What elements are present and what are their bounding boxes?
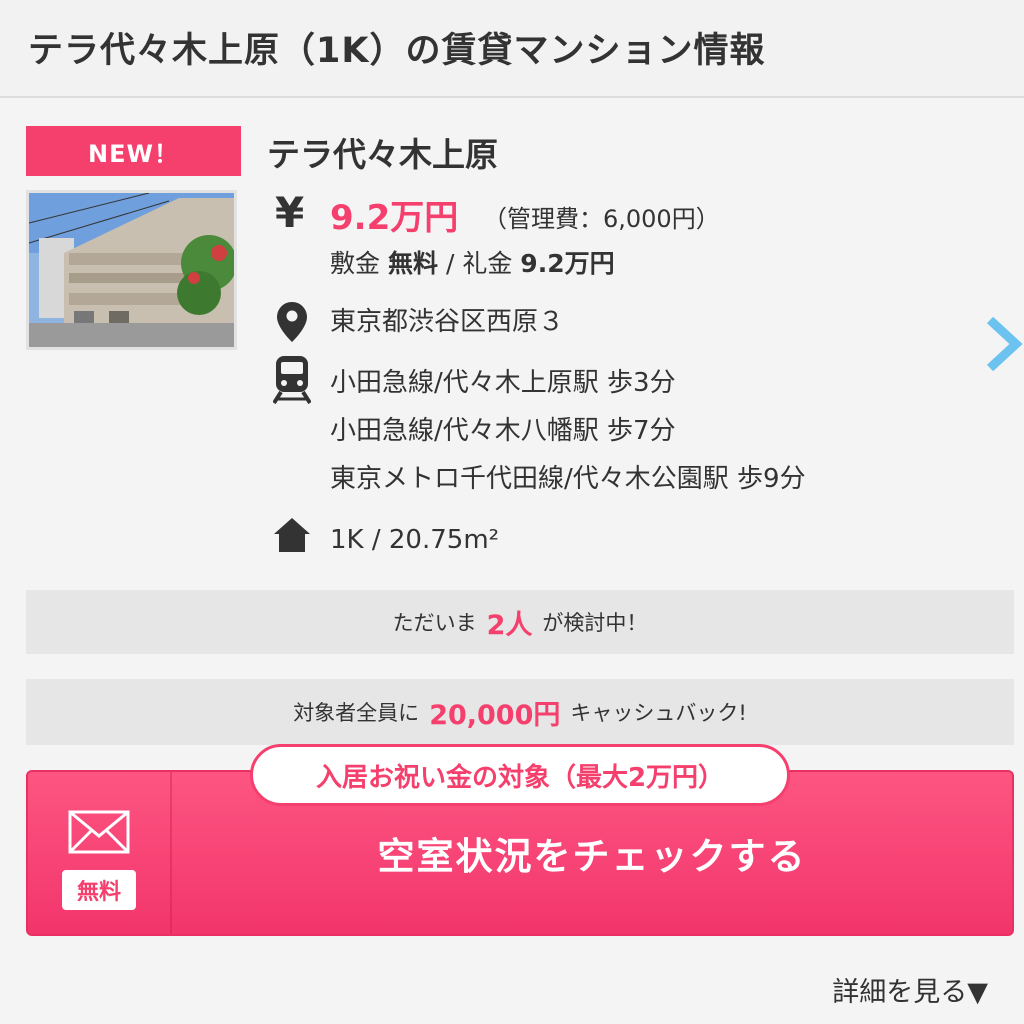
page-header: テラ代々木上原（1K）の賃貸マンション情報 — [0, 0, 1024, 98]
gift-badge: 入居お祝い金の対象（最大2万円） — [250, 744, 790, 806]
map-pin-icon — [270, 302, 314, 342]
property-photo[interactable] — [26, 190, 237, 350]
property-name[interactable]: テラ代々木上原 — [267, 128, 498, 176]
new-badge: NEW！ — [26, 126, 241, 176]
home-icon — [270, 518, 314, 552]
viewers-count: 2人 — [486, 609, 533, 641]
cashback-amount: 20,000円 — [429, 699, 561, 731]
station-item: 小田急線/代々木上原駅 歩3分 — [330, 368, 676, 398]
cashback-prefix: 対象者全員に — [293, 701, 420, 725]
deposit-separator: / — [445, 249, 455, 278]
viewers-bar: ただいま 2人 が検討中！ — [26, 590, 1014, 654]
chevron-right-icon[interactable] — [984, 316, 1024, 376]
key-money-label: 礼金 — [462, 249, 513, 278]
rent-price: 9.2万円 — [330, 198, 459, 238]
yen-icon: ¥ — [275, 188, 305, 237]
train-icon — [270, 356, 314, 404]
page-title: テラ代々木上原（1K）の賃貸マンション情報 — [28, 31, 766, 71]
free-tag: 無料 — [62, 870, 136, 910]
station-item: 東京メトロ千代田線/代々木公園駅 歩9分 — [330, 464, 806, 494]
viewers-suffix: が検討中！ — [542, 611, 648, 635]
cta-label: 空室状況をチェックする — [377, 835, 807, 878]
cashback-suffix: キャッシュバック! — [570, 701, 747, 725]
station-list: 小田急線/代々木上原駅 歩3分 小田急線/代々木八幡駅 歩7分 東京メトロ千代田… — [330, 359, 806, 503]
mail-icon — [68, 810, 130, 858]
deposit-line: 敷金 無料 / 礼金 9.2万円 — [330, 244, 615, 280]
address: 東京都渋谷区西原３ — [330, 307, 565, 337]
management-fee: （管理費：6,000円） — [483, 205, 720, 233]
deposit-value: 無料 — [387, 249, 438, 278]
cashback-bar: 対象者全員に 20,000円 キャッシュバック! — [26, 679, 1014, 745]
viewers-prefix: ただいま — [392, 611, 477, 635]
deposit-label: 敷金 — [330, 249, 381, 278]
layout-area: 1K / 20.75m² — [330, 525, 500, 555]
details-link[interactable]: 詳細を見る▼ — [832, 970, 988, 1009]
key-money-value: 9.2万円 — [520, 249, 615, 278]
station-item: 小田急線/代々木八幡駅 歩7分 — [330, 416, 676, 446]
